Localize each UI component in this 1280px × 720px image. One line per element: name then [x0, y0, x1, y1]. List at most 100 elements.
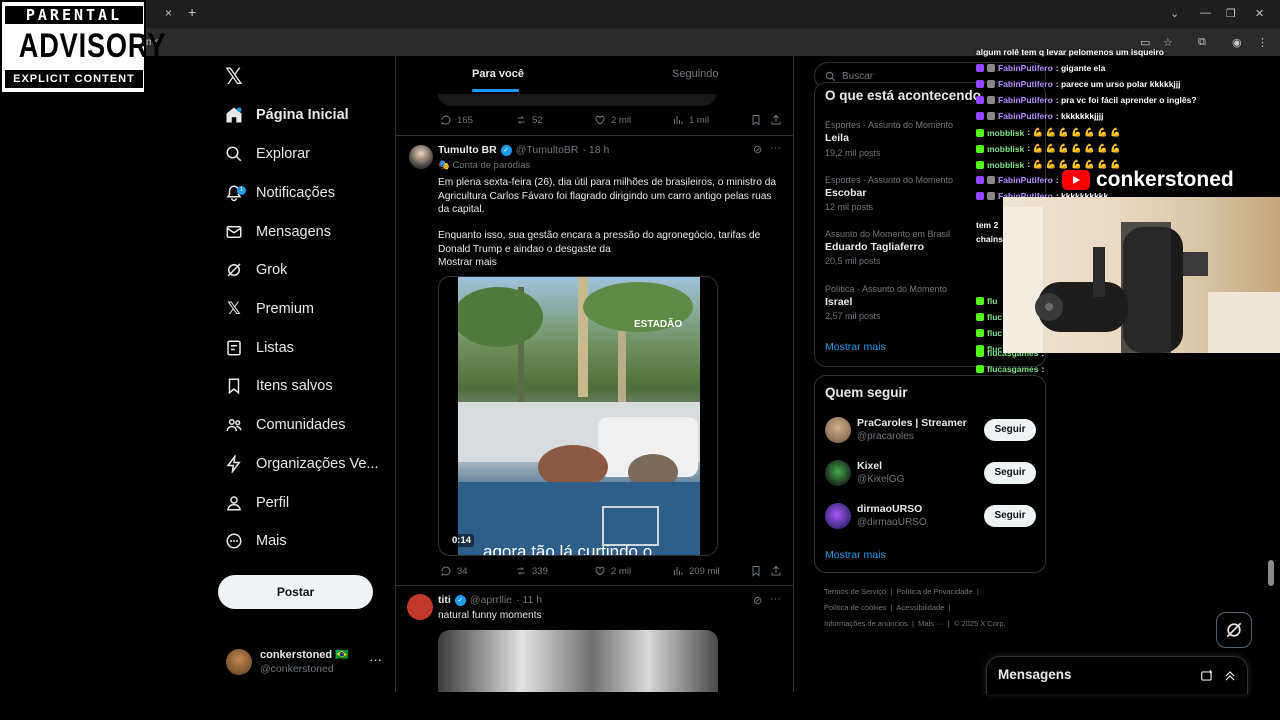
bookmark-action[interactable] — [750, 114, 762, 126]
reply-action[interactable]: 34 — [440, 565, 468, 577]
avatar[interactable] — [825, 503, 851, 529]
footer-link[interactable]: Acessibilidade — [896, 603, 944, 612]
avatar[interactable] — [825, 460, 851, 486]
views-action[interactable]: 1 mil — [672, 114, 709, 126]
tweet-video[interactable]: ESTADÃO agora tão lá curtindo o 0:14 — [438, 276, 718, 556]
chat-username: FabinPutifero — [998, 63, 1053, 73]
sub-badge-icon — [976, 96, 984, 104]
chat-username: flu — [987, 296, 998, 306]
post-button[interactable]: Postar — [218, 575, 373, 609]
chat-username: mobblisk — [987, 143, 1025, 154]
show-more-link[interactable]: Mostrar mais — [438, 256, 497, 270]
footer-link[interactable]: Informações de anúncios — [824, 619, 908, 628]
chat-message: algum rolê tem q levar pelomenos um isqu… — [976, 47, 1164, 57]
suggested-user-name[interactable]: dirmaoURSO — [857, 503, 922, 515]
new-tab-icon[interactable]: + — [188, 4, 196, 20]
tweet-author[interactable]: titi ✓ @aprrllie · 11 h — [438, 594, 542, 606]
window-restore-icon[interactable]: ❐ — [1226, 7, 1236, 20]
bookmark-action[interactable] — [750, 565, 762, 577]
reply-action[interactable]: 165 — [440, 114, 473, 126]
views-count: 209 mil — [689, 565, 720, 577]
grok-floating-button[interactable] — [1216, 612, 1252, 648]
suggested-user-name[interactable]: PraCaroles | Streamer — [857, 417, 967, 429]
sub-badge-icon — [976, 64, 984, 72]
account-name[interactable]: conkerstoned 🇧🇷 — [260, 648, 349, 661]
tab-for-you[interactable]: Para você — [472, 68, 524, 80]
avatar[interactable] — [409, 145, 433, 169]
trend-category: Assunto do Momento em Brasil — [825, 229, 951, 239]
follow-button[interactable]: Seguir — [984, 505, 1036, 527]
chat-message: mobblisk: 💪 💪 💪 💪 💪 💪 💪 — [976, 143, 1121, 154]
nav-communities[interactable]: Comunidades — [224, 409, 345, 441]
x-logo-icon[interactable]: 𝕏 — [225, 64, 243, 90]
home-icon — [224, 105, 244, 125]
nav-explore[interactable]: Explorar — [224, 138, 310, 170]
like-action[interactable]: 2 mil — [594, 565, 631, 577]
who-to-follow-show-more-link[interactable]: Mostrar mais — [825, 549, 886, 561]
trends-show-more-link[interactable]: Mostrar mais — [825, 341, 886, 353]
video-frame[interactable]: ESTADÃO agora tão lá curtindo o — [458, 277, 700, 555]
grok-icon[interactable]: ⊘ — [753, 143, 762, 156]
nav-grok[interactable]: Grok — [224, 254, 287, 286]
views-action[interactable]: 209 mil — [672, 565, 720, 577]
account-more-icon[interactable]: ··· — [369, 652, 382, 667]
window-close-icon[interactable]: ✕ — [1255, 7, 1264, 20]
close-tab-icon[interactable]: × — [165, 6, 172, 20]
follow-button[interactable]: Seguir — [984, 462, 1036, 484]
tweet-more-icon[interactable]: ··· — [770, 593, 781, 605]
nav-messages[interactable]: Mensagens — [224, 216, 331, 248]
repost-action[interactable]: 52 — [515, 114, 543, 126]
footer-link[interactable]: Política de Privacidade — [896, 587, 972, 596]
chat-message: FabinPutifero: — [976, 175, 1059, 185]
like-action[interactable]: 2 mil — [594, 114, 631, 126]
repost-action[interactable]: 339 — [515, 565, 548, 577]
footer-link[interactable]: Política de cookies — [824, 603, 887, 612]
nav-profile[interactable]: Perfil — [224, 487, 289, 519]
expand-icon[interactable] — [1223, 669, 1237, 683]
suggested-user-handle: @dirmaoURSO — [857, 517, 927, 528]
nav-home[interactable]: Página Inicial — [224, 99, 349, 131]
avatar[interactable] — [226, 649, 252, 675]
footer-link[interactable]: Mais ··· — [918, 619, 943, 628]
new-message-icon[interactable] — [1200, 669, 1214, 683]
chat-username: FabinPutifero — [998, 95, 1053, 105]
share-action[interactable] — [770, 114, 782, 126]
chat-message: fluc — [976, 312, 1002, 322]
follow-button[interactable]: Seguir — [984, 419, 1036, 441]
minimize-chevron-icon[interactable]: ⌄ — [1170, 7, 1179, 20]
nav-verified-orgs[interactable]: Organizações Ve... — [224, 448, 379, 480]
page-scrollbar[interactable] — [1268, 560, 1274, 586]
advisory-line2: ADVISORY — [18, 27, 167, 65]
grok-icon[interactable]: ⊘ — [753, 594, 762, 607]
nav-more[interactable]: Mais — [224, 525, 287, 557]
avatar[interactable] — [825, 417, 851, 443]
trend-name: Leila — [825, 132, 849, 144]
bookmark-icon — [752, 115, 760, 126]
bookmark-icon — [752, 566, 760, 577]
footer-link[interactable]: Termos de Serviço — [824, 587, 886, 596]
share-action[interactable] — [770, 565, 782, 577]
views-count: 1 mil — [689, 114, 710, 126]
trend-name: Eduardo Tagliaferro — [825, 241, 924, 253]
window-minimize-icon[interactable]: — — [1200, 7, 1211, 19]
chat-username: FabinPutifero — [998, 111, 1053, 121]
messages-drawer[interactable]: Mensagens — [986, 656, 1248, 694]
trend-count: 19,2 mil posts — [825, 148, 881, 158]
suggested-user-name[interactable]: Kixel — [857, 460, 882, 472]
tweet-media[interactable] — [438, 630, 718, 692]
avatar[interactable] — [407, 594, 433, 620]
heart-icon — [595, 566, 605, 576]
author-handle: @aprrllie — [469, 594, 512, 606]
nav-premium[interactable]: 𝕏 Premium — [224, 293, 314, 325]
account-handle: @conkerstoned — [260, 663, 334, 675]
tweet-more-icon[interactable]: ··· — [770, 142, 781, 154]
chat-username: mobblisk — [987, 159, 1025, 170]
nav-bookmarks[interactable]: Itens salvos — [224, 370, 333, 402]
tweet-author[interactable]: Tumulto BR ✓ @TumultoBR · 18 h — [438, 144, 609, 156]
nav-lists[interactable]: Listas — [224, 332, 294, 364]
chat-message: tem 2 — [976, 220, 998, 230]
webcam-scene — [1003, 207, 1280, 353]
chat-text: : kkkkkkkjjjj — [1055, 111, 1104, 121]
tab-following[interactable]: Seguindo — [672, 68, 719, 80]
nav-notifications[interactable]: 1 Notificações — [224, 177, 335, 209]
